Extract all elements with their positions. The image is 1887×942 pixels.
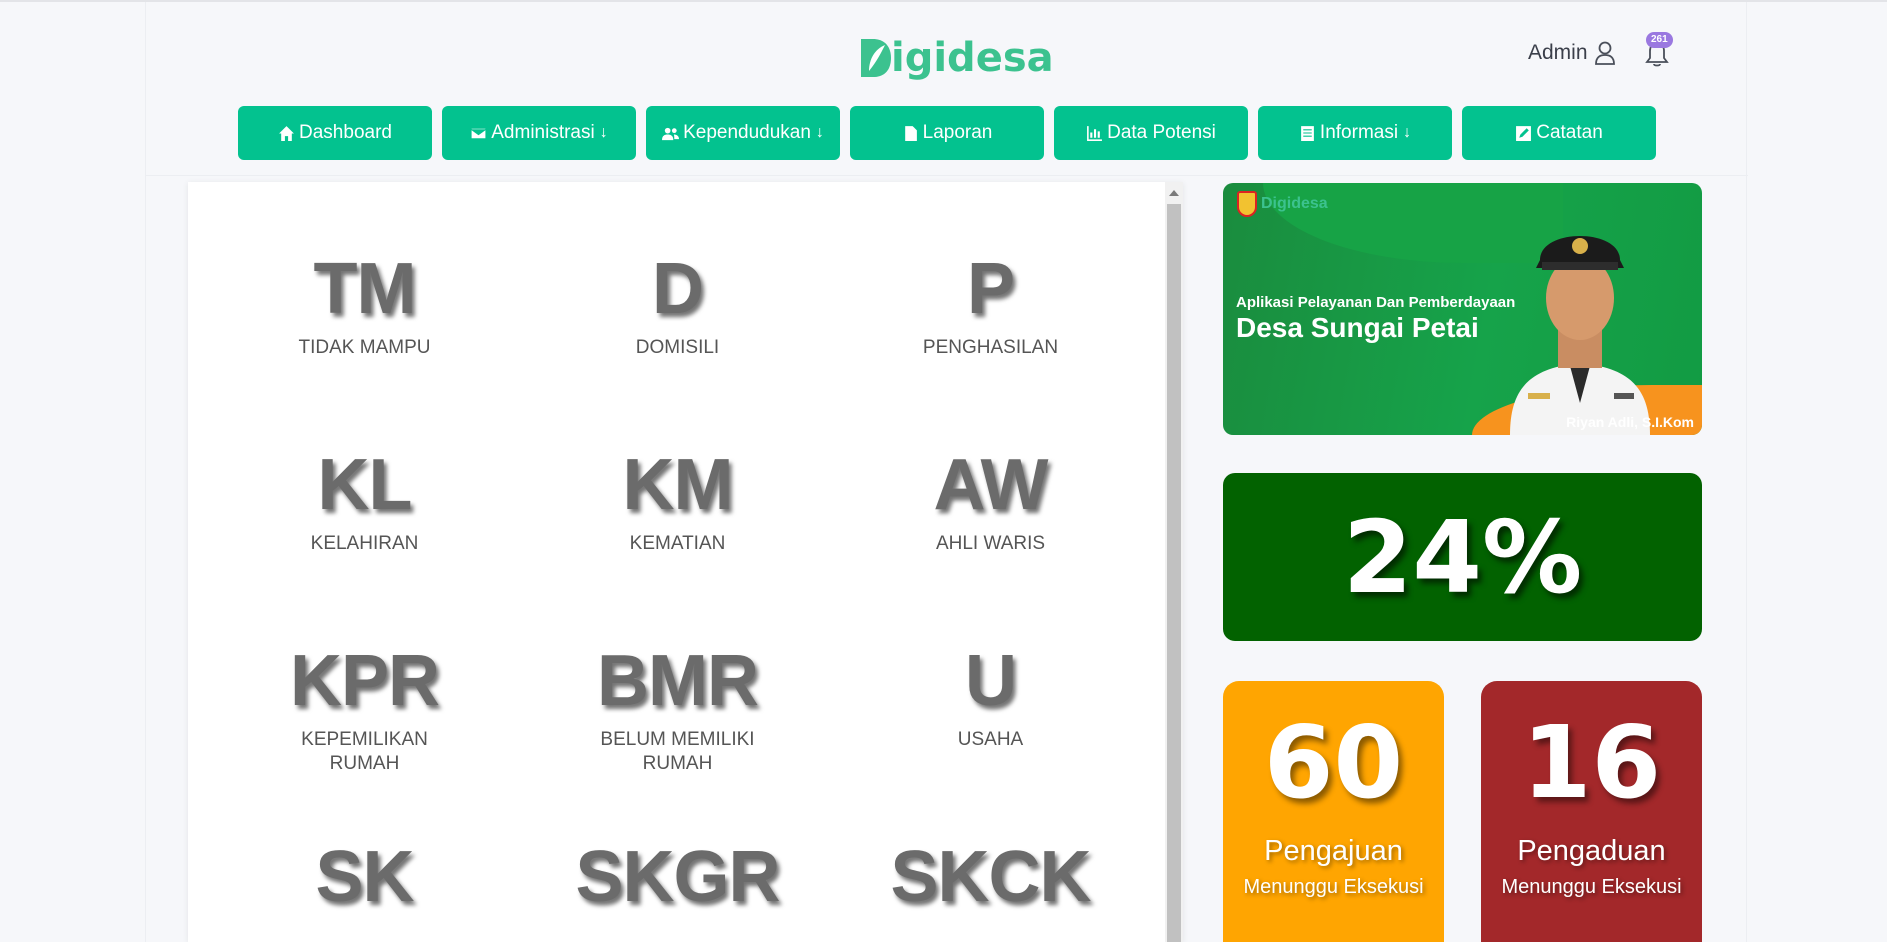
home-icon: [279, 125, 294, 141]
banner-brand-text: Digidesa: [1261, 195, 1328, 212]
scrollbar[interactable]: [1165, 182, 1183, 942]
service-code: KPR: [289, 641, 440, 721]
service-kepemilikan-rumah[interactable]: KPR KEPEMILIKAN RUMAH: [208, 574, 521, 774]
service-tidak-mampu[interactable]: TM TIDAK MAMPU: [208, 182, 521, 378]
service-name: KEMATIAN: [629, 533, 726, 554]
service-code: P: [966, 249, 1015, 329]
header: igidesa Admin 261 Dashboard Administrasi…: [146, 2, 1748, 176]
official-portrait: [1510, 236, 1650, 435]
users-icon: [662, 127, 680, 140]
nav-label: Administrasi: [491, 122, 595, 143]
arrow-down-icon: ↓: [815, 124, 824, 141]
service-name: KEPEMILIKAN RUMAH: [301, 729, 428, 774]
service-name: KELAHIRAN: [310, 533, 419, 554]
nav-laporan[interactable]: Laporan: [850, 106, 1044, 160]
bar-chart-icon: [1087, 125, 1103, 141]
service-code: KL: [317, 445, 413, 525]
service-ahli-waris[interactable]: AW AHLI WARIS: [834, 378, 1147, 574]
service-kematian[interactable]: KM KEMATIAN: [521, 378, 834, 574]
pengajuan-sublabel: Menunggu Eksekusi: [1243, 876, 1424, 898]
service-usaha[interactable]: U USAHA: [834, 574, 1147, 770]
crest-icon: [1237, 191, 1257, 217]
nav-dashboard[interactable]: Dashboard: [238, 106, 432, 160]
pengajuan-card[interactable]: 60 Pengajuan Menunggu Eksekusi: [1223, 681, 1444, 942]
service-code: KM: [622, 445, 734, 525]
user-icon: [1594, 41, 1615, 65]
service-code: SKCK: [890, 837, 1091, 917]
service-name: TIDAK MAMPU: [298, 337, 431, 358]
nav-administrasi[interactable]: Administrasi ↓: [442, 106, 636, 160]
main-nav: Dashboard Administrasi ↓ Kependudukan ↓ …: [238, 106, 1656, 160]
nav-label: Dashboard: [299, 122, 392, 143]
services-grid: TM TIDAK MAMPU D DOMISILI P PENGHASILAN …: [188, 182, 1165, 942]
scroll-thumb[interactable]: [1167, 204, 1181, 942]
banner-person-name: Riyan Adli, S.I.Kom: [1566, 414, 1694, 430]
service-name: DOMISILI: [635, 337, 720, 358]
scroll-up-arrow-icon[interactable]: [1169, 190, 1179, 196]
pengaduan-sublabel: Menunggu Eksekusi: [1501, 876, 1682, 898]
user-name: Admin: [1528, 41, 1588, 64]
nav-data-potensi[interactable]: Data Potensi: [1054, 106, 1248, 160]
arrow-down-icon: ↓: [599, 124, 608, 141]
nav-kependudukan[interactable]: Kependudukan ↓: [646, 106, 840, 160]
nav-label: Data Potensi: [1107, 122, 1216, 143]
nav-label: Kependudukan: [683, 122, 811, 143]
service-belum-memiliki-rumah[interactable]: BMR BELUM MEMILIKI RUMAH: [521, 574, 834, 774]
services-panel: TM TIDAK MAMPU D DOMISILI P PENGHASILAN …: [188, 182, 1183, 942]
pengajuan-count: 60: [1263, 704, 1404, 821]
pengaduan-label: Pengaduan: [1517, 835, 1666, 867]
envelope-icon: [470, 127, 487, 139]
service-kelahiran[interactable]: KL KELAHIRAN: [208, 378, 521, 574]
service-sk[interactable]: SK: [208, 770, 521, 942]
nav-informasi[interactable]: Informasi ↓: [1258, 106, 1452, 160]
banner-title: Desa Sungai Petai: [1236, 312, 1479, 343]
service-code: AW: [933, 445, 1049, 525]
pengaduan-count: 16: [1521, 704, 1662, 821]
progress-card: 24%: [1223, 473, 1702, 641]
service-name: PENGHASILAN: [922, 337, 1059, 358]
service-skck[interactable]: SKCK: [834, 770, 1147, 942]
nav-catatan[interactable]: Catatan: [1462, 106, 1656, 160]
banner-subtitle: Aplikasi Pelayanan Dan Pemberdayaan: [1236, 294, 1516, 311]
service-penghasilan[interactable]: P PENGHASILAN: [834, 182, 1147, 378]
service-skgr[interactable]: SKGR: [521, 770, 834, 942]
service-code: SK: [315, 837, 414, 917]
logo-text: igidesa: [891, 35, 1054, 81]
nav-label: Informasi: [1319, 122, 1399, 143]
pengaduan-card[interactable]: 16 Pengaduan Menunggu Eksekusi: [1481, 681, 1702, 942]
promo-banner: Digidesa Aplikasi Pelayanan Dan Pemberda…: [1223, 183, 1702, 435]
leaf-logo-icon: [861, 39, 891, 77]
service-code: SKGR: [575, 837, 780, 917]
service-code: D: [652, 249, 704, 329]
service-name: BELUM MEMILIKI RUMAH: [600, 729, 755, 774]
list-icon: [1301, 125, 1314, 141]
progress-value: 24%: [1342, 498, 1583, 616]
nav-label: Laporan: [922, 122, 993, 143]
file-icon: [904, 125, 917, 141]
service-code: BMR: [597, 641, 759, 721]
service-domisili[interactable]: D DOMISILI: [521, 182, 834, 378]
service-code: U: [965, 641, 1017, 721]
service-code: TM: [313, 249, 417, 329]
logo[interactable]: igidesa: [857, 30, 1054, 86]
arrow-down-icon: ↓: [1403, 124, 1412, 141]
nav-label: Catatan: [1536, 122, 1603, 143]
notification-badge: 261: [1646, 32, 1673, 48]
banner-brand: Digidesa: [1237, 191, 1328, 217]
pengajuan-label: Pengajuan: [1264, 835, 1403, 867]
service-name: USAHA: [957, 729, 1024, 750]
edit-icon: [1516, 125, 1532, 141]
user-menu[interactable]: Admin: [1528, 41, 1616, 65]
service-name: AHLI WARIS: [935, 533, 1046, 554]
